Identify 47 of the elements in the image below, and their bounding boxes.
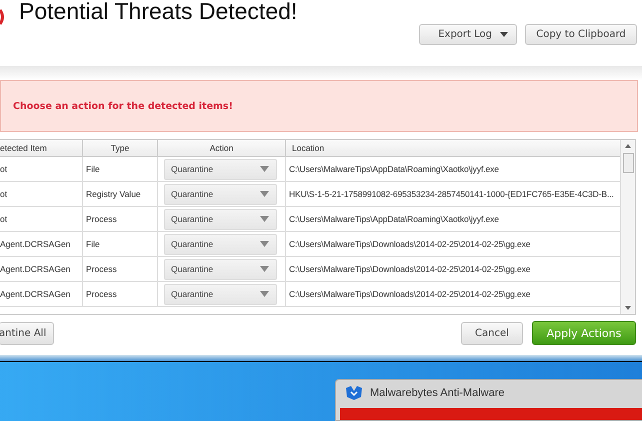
action-dropdown[interactable]: Quarantine [164, 158, 277, 180]
caret-icon [260, 241, 269, 247]
table-cell-text: C:\Users\MalwareTips\Downloads\2014-02-25\2014-02-25\gg.exe [288, 288, 532, 301]
action-dropdown[interactable]: Quarantine [164, 284, 277, 304]
table-cell: Agent.DCRSAGen [0, 282, 83, 306]
column-header[interactable]: Location [286, 140, 620, 156]
table-cell-text: C:\Users\MalwareTips\AppData\Roaming\Xaotko\jyyf.exe [288, 163, 500, 176]
action-dropdown[interactable]: Quarantine [164, 184, 277, 204]
table-cell: Process [83, 207, 158, 231]
caret-icon [260, 216, 269, 222]
table-cell: Agent.DCRSAGen [0, 257, 83, 281]
caret-icon [500, 32, 508, 37]
export-log-button[interactable]: Export Log [419, 24, 517, 45]
caret-icon [260, 191, 269, 197]
table-cell: Agent.DCRSAGen [0, 232, 83, 256]
table-cell: Process [83, 282, 158, 306]
table-cell-text: C:\Users\MalwareTips\AppData\Roaming\Xaotko\jyyf.exe [288, 213, 500, 226]
table-cell: Process [83, 257, 158, 281]
table-cell: File [83, 157, 158, 181]
alert-message: Choose an action for the detected items! [13, 100, 233, 112]
copy-button[interactable]: Copy to Clipboard [525, 24, 637, 45]
window-title: Potential Threats Detected! [19, 0, 298, 26]
scrollbar[interactable] [620, 140, 635, 314]
caret-icon [260, 266, 269, 272]
table-cell-text: C:\Users\MalwareTips\Downloads\2014-02-25\2014-02-25\gg.exe [288, 238, 532, 251]
action-dropdown[interactable]: Quarantine [164, 258, 277, 280]
logo-icon [344, 385, 364, 401]
warning-icon [0, 6, 6, 28]
scrollbar-thumb[interactable] [622, 153, 634, 173]
column-header[interactable]: Type [83, 140, 158, 156]
table-cell: File [83, 232, 158, 256]
table-cell-text: C:\Users\MalwareTips\Downloads\2014-02-25\2014-02-25\gg.exe [288, 263, 532, 276]
table-cell: Registry Value [83, 182, 158, 206]
table-cell: ot [0, 157, 83, 181]
table-cell: ot [0, 182, 83, 206]
caret-icon [260, 166, 269, 172]
action-dropdown[interactable]: Quarantine [164, 234, 277, 254]
table-cell-text: HKU\S-1-5-21-1758991082-695353234-2857450141-1000-{ED1FC765-E35E-4C3D-B... [288, 188, 615, 201]
table-cell: ot [0, 207, 83, 231]
column-header[interactable]: Action [158, 140, 286, 156]
cancel-button[interactable]: Cancel [461, 322, 523, 344]
scroll-up-icon[interactable] [625, 144, 631, 148]
column-header[interactable]: etected Item [0, 140, 83, 156]
action-dropdown[interactable]: Quarantine [164, 208, 277, 230]
scroll-down-icon[interactable] [625, 306, 631, 310]
window-title: Malwarebytes Anti-Malware [370, 387, 504, 399]
caret-icon [260, 291, 269, 297]
